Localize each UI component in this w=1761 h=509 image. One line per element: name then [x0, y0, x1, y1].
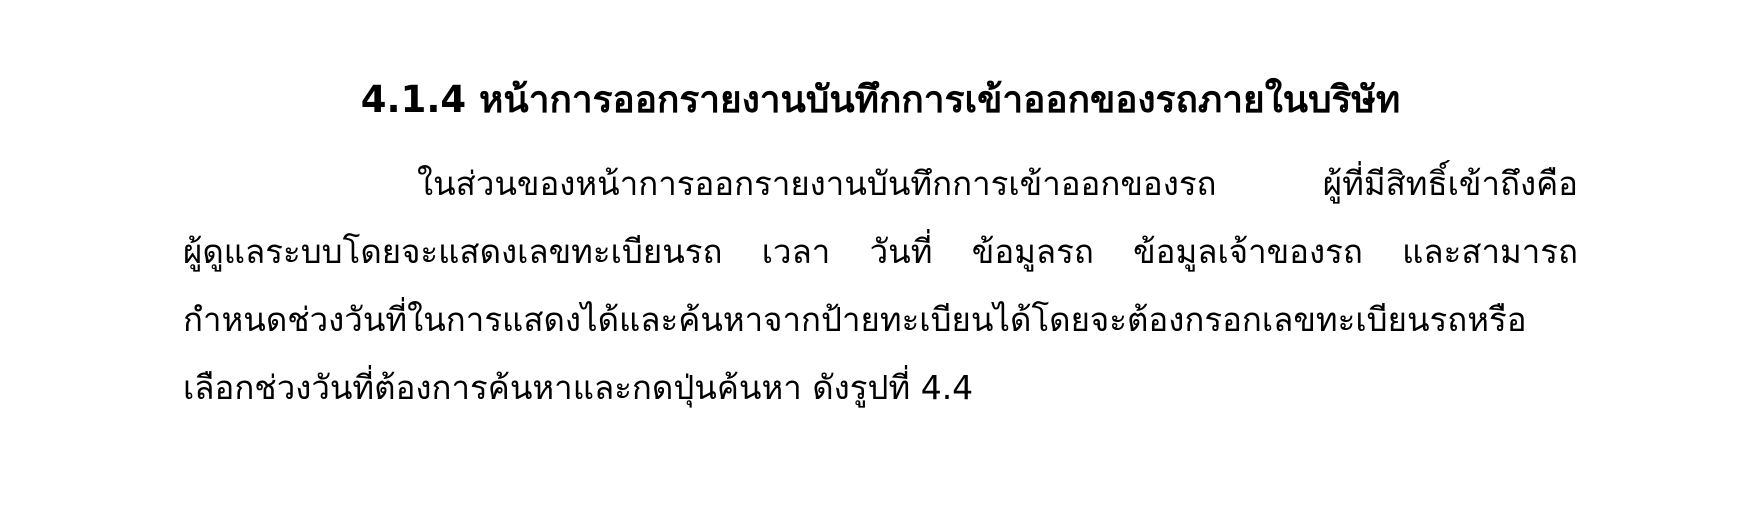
paragraph-line-1: ในส่วนของหน้าการออกรายงานบันทึกการเข้าออ… [417, 164, 1578, 203]
paragraph-line-2: ผู้ดูแลระบบโดยจะแสดงเลขทะเบียนรถ เวลา วั… [183, 232, 1578, 271]
section-heading: 4.1.4 หน้าการออกรายงานบันทึกการเข้าออกขอ… [360, 78, 1401, 121]
paragraph-line-3: กำหนดช่วงวันที่ในการแสดงได้และค้นหาจากป้… [183, 300, 1527, 339]
document-page: 4.1.4 หน้าการออกรายงานบันทึกการเข้าออกขอ… [0, 0, 1761, 509]
body-paragraph: ในส่วนของหน้าการออกรายงานบันทึกการเข้าออ… [183, 150, 1578, 422]
paragraph-line-4: เลือกช่วงวันที่ต้องการค้นหาและกดปุ่นค้นห… [183, 368, 974, 407]
